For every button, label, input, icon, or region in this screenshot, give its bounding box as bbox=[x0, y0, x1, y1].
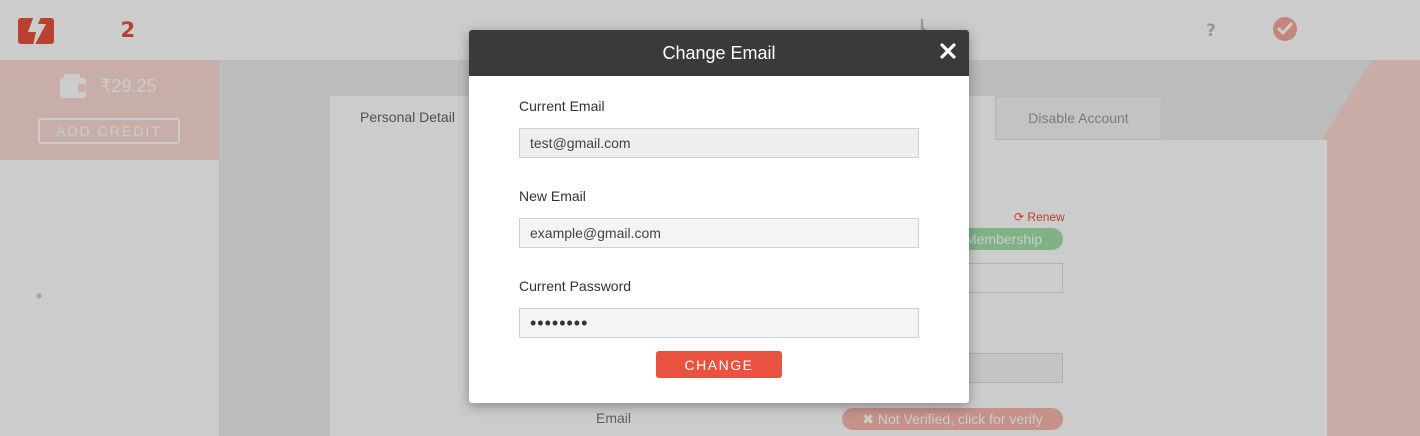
modal-title: Change Email bbox=[662, 43, 776, 63]
new-email-label: New Email bbox=[519, 188, 586, 204]
close-icon bbox=[940, 43, 956, 59]
change-button[interactable]: CHANGE bbox=[656, 351, 782, 378]
current-password-label: Current Password bbox=[519, 278, 632, 294]
new-email-field[interactable] bbox=[519, 218, 919, 248]
change-email-modal: Change Email Current Email New Email Cur… bbox=[469, 30, 969, 403]
current-email-label: Current Email bbox=[519, 98, 605, 114]
modal-header: Change Email bbox=[469, 30, 969, 76]
close-button[interactable] bbox=[937, 40, 959, 62]
current-password-field[interactable] bbox=[519, 308, 919, 338]
modal-body: Current Email New Email Current Password bbox=[469, 76, 969, 338]
current-email-field[interactable] bbox=[519, 128, 919, 158]
